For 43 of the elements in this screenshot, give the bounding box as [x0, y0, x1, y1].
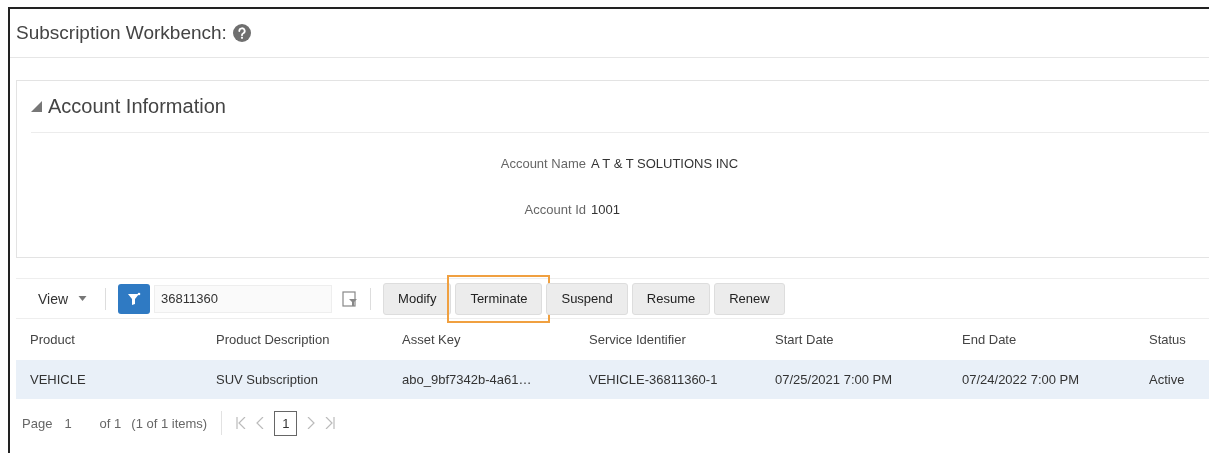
field-value: A T & T SOLUTIONS INC [591, 156, 740, 171]
search-field[interactable]: 36811360 [154, 284, 333, 313]
page-title: Subscription Workbench: [16, 22, 227, 44]
caret-icon [78, 296, 88, 301]
column-header[interactable]: End Date [948, 332, 1135, 347]
column-header[interactable]: Start Date [761, 332, 948, 347]
table-cell-text: abo_9bf7342b-4a61… [401, 372, 533, 387]
filter-button[interactable] [118, 283, 151, 314]
action-button[interactable]: Renew [714, 282, 785, 315]
next-page-icon[interactable] [307, 417, 316, 429]
action-button[interactable]: Suspend [546, 282, 628, 315]
page-total: of 1 [99, 415, 122, 431]
field-value: 1001 [591, 202, 621, 217]
column-header[interactable]: Service Identifier [575, 332, 761, 347]
field-label: Account Name [500, 156, 587, 171]
first-page-icon[interactable] [236, 417, 247, 429]
filter-icon [127, 291, 142, 306]
table-cell-text: VEHICLE [29, 372, 87, 387]
items-count: (1 of 1 items) [131, 415, 208, 431]
column-header[interactable]: Status [1135, 332, 1209, 347]
table-row[interactable]: VEHICLE SUV Subscription abo_9bf7342b-4a61… VEHICLE-36811360-1 07/25/2021 7:00 PM 07/24/2022 7:00 PM Active [16, 360, 1209, 399]
table-cell-text: Active [1148, 372, 1186, 387]
clear-filter-icon[interactable] [342, 290, 359, 307]
help-icon[interactable] [232, 24, 251, 42]
last-page-icon[interactable] [325, 417, 336, 429]
table-cell-text: 07/24/2022 7:00 PM [961, 372, 1081, 387]
page-label: Page [22, 415, 53, 431]
collapse-triangle-icon[interactable] [31, 101, 42, 112]
table-cell-text: 07/25/2021 7:00 PM [774, 372, 894, 387]
table-cell-text: VEHICLE-36811360-1 [588, 372, 719, 387]
column-header[interactable]: Product Description [202, 332, 388, 347]
section-title: Account Information [48, 95, 226, 118]
page-number: 1 [64, 415, 72, 431]
column-header[interactable]: Asset Key [388, 332, 575, 347]
view-menu[interactable]: View [32, 290, 94, 307]
action-button[interactable]: Terminate [455, 282, 543, 315]
action-button[interactable]: Modify [383, 282, 452, 315]
previous-page-icon[interactable] [256, 417, 265, 429]
action-button[interactable]: Resume [631, 282, 711, 315]
field-label: Account Id [524, 202, 587, 217]
table-cell-text: SUV Subscription [215, 372, 319, 387]
current-page-button[interactable]: 1 [274, 410, 298, 436]
column-header[interactable]: Product [16, 332, 202, 347]
